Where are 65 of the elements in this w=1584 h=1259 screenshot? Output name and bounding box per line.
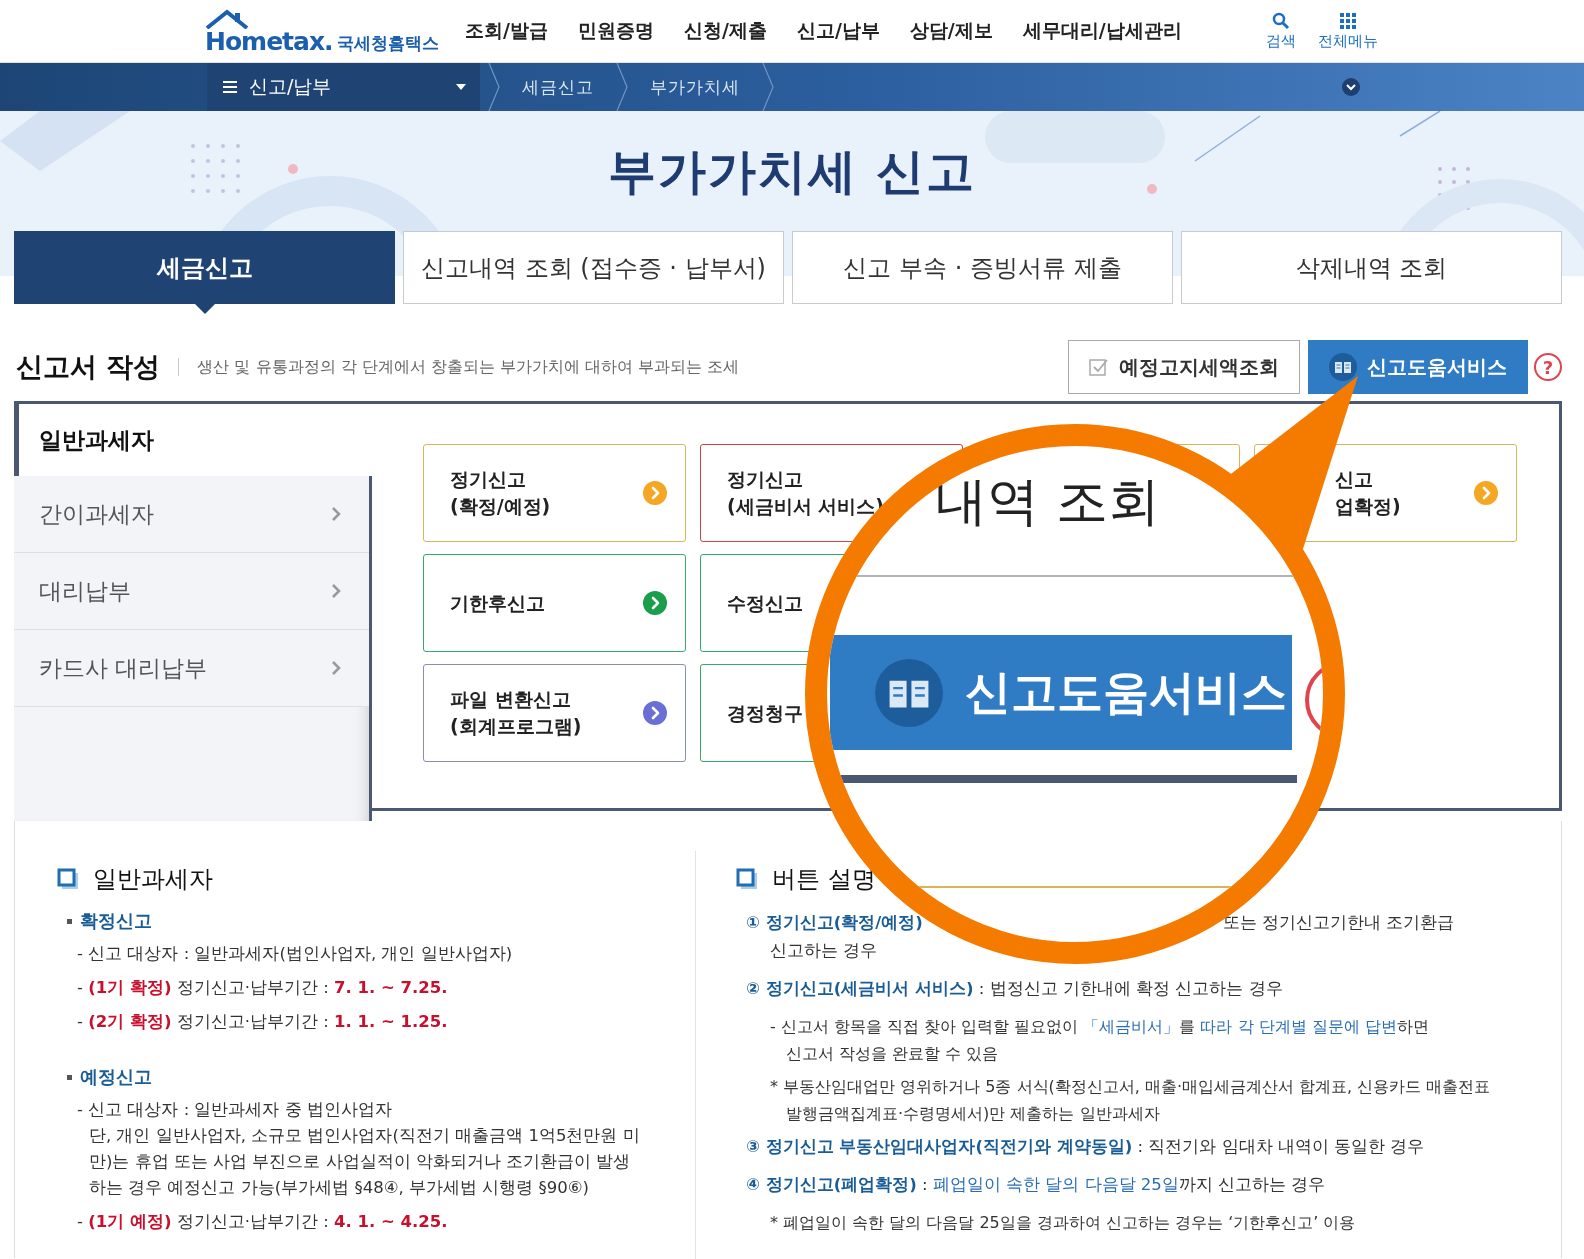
nav-link[interactable]: 조회/발급	[465, 18, 548, 44]
search-icon	[1271, 11, 1290, 30]
guide-text: - (1기 확정) 정기신고·납부기간 : 7. 1. ~ 7.25.	[77, 977, 449, 999]
chevron-icon	[762, 63, 774, 111]
chevron-icon	[331, 660, 341, 676]
guide-text: ③ 정기신고 부동산임대사업자(직전기와 계약동일) : 직전기와 임대차 내역이 동일한 경우	[746, 1136, 1426, 1158]
help-service-button[interactable]: 신고도움서비스	[1308, 340, 1528, 394]
nav-link[interactable]: 민원증명	[577, 18, 654, 44]
expand-button[interactable]	[1342, 78, 1360, 96]
guide-note: * 부동산임대업만 영위하거나 5종 서식(확정신고서, 매출·매입세금계산서 합계표, 신용카드 매출전표 발행금액집계표·수령명세서)만 제출하는 일반과세자	[770, 1076, 1492, 1125]
square-icon	[736, 868, 758, 890]
tab[interactable]: 신고내역 조회 (접수증 · 납부서)	[403, 231, 784, 304]
caret-icon	[456, 84, 466, 90]
square-icon	[57, 868, 79, 890]
taxpayer-tab[interactable]: 카드사 대리납부	[14, 630, 369, 707]
guide-text: - 신고 대상자 : 일반과세자 중 법인사업자 단, 개인 일반사업자, 소규모 법인사업자(직전기 매출금액 1억5천만원 미만)는 휴업 또는 사업 부진으로 사업실적이 악화되거나 조기환급이 발생하는 경우 예정신고 가능(부가세법 §48④, 부가세법 시행령 §90⑥)	[77, 1099, 641, 1199]
tab-pointer-icon	[194, 304, 215, 314]
taxpayer-tab[interactable]: 간이과세자	[14, 476, 369, 553]
zoomed-help-service-button[interactable]: 신고도움서비스	[830, 635, 1292, 750]
guide-text: - (2기 확정) 정기신고·납부기간 : 1. 1. ~ 1.25.	[77, 1011, 449, 1033]
book-icon	[1329, 353, 1357, 381]
guide-note: * 폐업일이 속한 달의 다음달 25일을 경과하여 신고하는 경우는 ‘기한후신고’ 이용	[770, 1212, 1357, 1234]
menu-icon	[223, 81, 237, 93]
guide-heading: 일반과세자	[93, 864, 213, 895]
section-title: 신고서 작성	[16, 350, 161, 384]
guide-note: - 신고서 항목을 직접 찾아 입력할 필요없이 「세금비서」를 따라 각 단계별 질문에 답변하면 신고서 작성을 완료할 수 있음	[770, 1016, 1430, 1065]
group-title: 예정신고	[80, 1065, 152, 1089]
chevron-icon	[331, 506, 341, 522]
grid-icon	[1338, 11, 1357, 30]
guide-text: - (1기 예정) 정기신고·납부기간 : 4. 1. ~ 4.25.	[77, 1211, 449, 1233]
tab[interactable]: 삭제내역 조회	[1181, 231, 1562, 304]
taxpayer-tab[interactable]: 대리납부	[14, 553, 369, 630]
guide-text: ② 정기신고(세금비서 서비스) : 법정신고 기한내에 확정 신고하는 경우	[746, 978, 1284, 1000]
checkbox-icon	[1089, 357, 1109, 377]
guide-text: - 신고 대상자 : 일반과세자(법인사업자, 개인 일반사업자)	[77, 943, 514, 965]
nav-link[interactable]: 세무대리/납세관리	[1022, 18, 1182, 44]
filing-card[interactable]: 파일 변환신고 (회계프로그램)	[423, 664, 686, 762]
nav-link[interactable]: 신청/제출	[683, 18, 767, 44]
nav-link[interactable]: 신고/납부	[796, 18, 880, 44]
filing-card[interactable]: 정기신고 (확정/예정)	[423, 444, 686, 542]
bullet-icon	[67, 918, 72, 924]
breadcrumb-link[interactable]: 세금신고	[522, 75, 594, 99]
filing-card[interactable]: 기한후신고	[423, 554, 686, 652]
logo-wordmark[interactable]: Hometax.	[205, 29, 333, 54]
page-title: 부가가치세 신고	[606, 142, 978, 199]
lookup-button[interactable]: 예정고지세액조회	[1068, 340, 1300, 394]
search-button[interactable]: 검색	[1265, 11, 1296, 51]
guide-text: ④ 정기신고(폐업확정) : 폐업일이 속한 달의 다음달 25일까지 신고하는 경우	[746, 1174, 1327, 1196]
chevron-icon	[331, 583, 341, 599]
group-title: 확정신고	[80, 909, 152, 933]
chevron-icon	[488, 63, 500, 111]
breadcrumb-link[interactable]: 부가가치세	[650, 75, 740, 99]
guide-text: ① 정기신고(확정/예정) 또는 정기신고기한내 조기환급 신고하는 경우	[746, 912, 1456, 962]
guide-heading: 버튼 설명	[772, 864, 876, 895]
help-button[interactable]: ?	[1534, 353, 1562, 381]
chevron-icon	[616, 63, 628, 111]
chevron-down-icon	[1346, 83, 1356, 91]
tab[interactable]: 신고 부속 · 증빙서류 제출	[792, 231, 1173, 304]
bullet-icon	[67, 1074, 72, 1080]
nav-link[interactable]: 상담/제보	[909, 18, 993, 44]
logo-title[interactable]: 국세청홈택스	[336, 35, 439, 54]
book-icon	[875, 658, 943, 727]
menu-dropdown[interactable]: 신고/납부	[207, 63, 480, 111]
section-description: 생산 및 유통과정의 각 단계에서 창출되는 부가가치에 대하여 부과되는 조세	[197, 356, 740, 378]
menu-button[interactable]: 전체메뉴	[1317, 11, 1378, 51]
